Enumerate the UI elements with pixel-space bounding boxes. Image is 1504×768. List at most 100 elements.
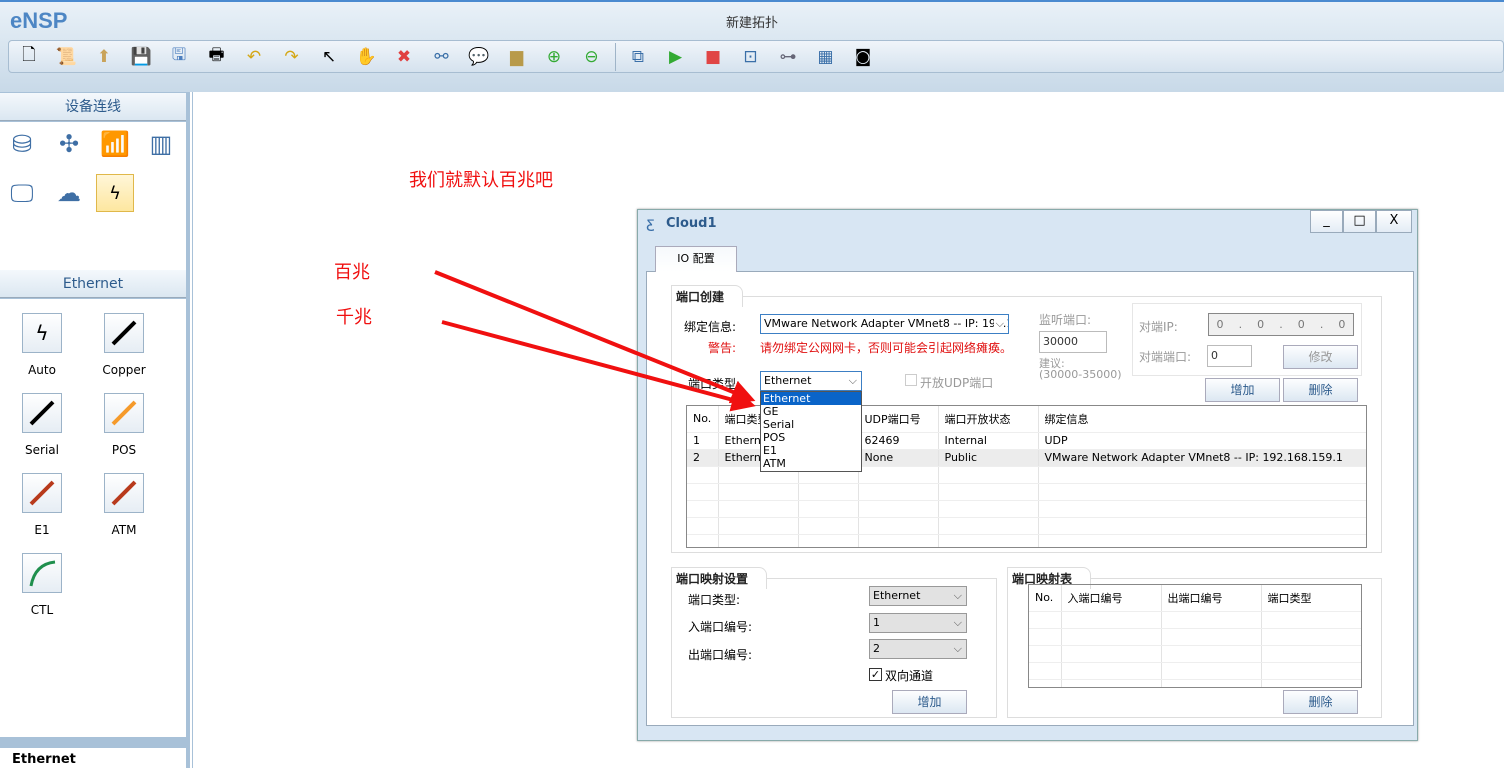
delete-mapping-button[interactable]: 删除 xyxy=(1283,690,1358,714)
map-port-type-value: Ethernet xyxy=(873,589,921,602)
cloud-icon[interactable]: ☁ xyxy=(50,174,88,212)
dropdown-option[interactable]: Ethernet xyxy=(761,392,861,405)
toolbar: 🗋 📜 ⬆ 💾 🖫 🖶 ↶ ↷ ↖ ✋ ✖ ⚯ 💬 ▆ ⊕ ⊖ ⧉ ▶ ■ ⊡ … xyxy=(8,40,1504,73)
peer-ip-input[interactable]: 0.0.0.0 xyxy=(1208,313,1354,336)
udp-checkbox[interactable] xyxy=(905,374,917,386)
link-ctl-icon[interactable] xyxy=(22,553,62,593)
map-port-type-select[interactable]: Ethernet ⌵ xyxy=(869,586,967,606)
capture-icon[interactable]: ⊡ xyxy=(737,44,765,70)
title-bar: eNSP 新建拓扑 xyxy=(0,0,1504,40)
router-icon[interactable]: ⛁ xyxy=(3,125,41,163)
bind-value: VMware Network Adapter VMnet8 -- IP: 192… xyxy=(764,317,1008,330)
link-palette: ϟ Auto Copper Serial POS E1 ATM CTL xyxy=(0,299,186,737)
add-port-button[interactable]: 增加 xyxy=(1205,378,1280,402)
port-type-select[interactable]: Ethernet ⌵ xyxy=(760,371,862,391)
firewall-icon[interactable]: ▥ xyxy=(142,125,180,163)
print-icon[interactable]: 🖶 xyxy=(203,44,231,70)
listen-port-label: 监听端口: xyxy=(1039,313,1092,327)
port-type-dropdown: Ethernet GE Serial POS E1 ATM xyxy=(760,391,862,472)
palette-icon[interactable]: ▆ xyxy=(503,44,531,70)
empty-row xyxy=(687,500,1366,518)
screenshot-icon[interactable]: ◙ xyxy=(849,44,877,70)
delete-port-button[interactable]: 删除 xyxy=(1283,378,1358,402)
text-icon[interactable]: 💬 xyxy=(465,44,493,70)
peer-port-input[interactable]: 0 xyxy=(1207,345,1252,367)
dropdown-option[interactable]: POS xyxy=(761,431,861,444)
peer-port-label: 对端端口: xyxy=(1139,350,1192,364)
table-cell: 62469 xyxy=(858,432,939,450)
toolbar-area: 🗋 📜 ⬆ 💾 🖫 🖶 ↶ ↷ ↖ ✋ ✖ ⚯ 💬 ▆ ⊕ ⊖ ⧉ ▶ ■ ⊡ … xyxy=(0,40,1504,92)
open-icon[interactable]: ⬆ xyxy=(90,44,118,70)
link-serial-icon[interactable] xyxy=(22,393,62,433)
dropdown-option[interactable]: E1 xyxy=(761,444,861,457)
dropdown-option[interactable]: Serial xyxy=(761,418,861,431)
link-e1-icon[interactable] xyxy=(22,473,62,513)
link-pos-icon[interactable] xyxy=(104,393,144,433)
chevron-down-icon: ⌵ xyxy=(953,589,962,602)
delete-icon[interactable]: ✖ xyxy=(390,44,418,70)
in-port-value: 1 xyxy=(873,616,880,629)
bottom-panel-label: Ethernet xyxy=(0,748,186,768)
zoom-out-icon[interactable]: ⊖ xyxy=(578,44,606,70)
modify-button[interactable]: 修改 xyxy=(1283,345,1358,369)
save-icon[interactable]: 💾 xyxy=(128,44,156,70)
port-mapping-title: 端口映射设置 xyxy=(671,567,768,589)
topology-icon[interactable]: ⊶ xyxy=(774,44,802,70)
save-as-icon[interactable]: 🖫 xyxy=(165,44,193,70)
tab-io-config[interactable]: IO 配置 xyxy=(655,246,737,272)
link-label: Copper xyxy=(102,363,146,377)
redo-icon[interactable]: ↷ xyxy=(278,44,306,70)
wlan-icon[interactable]: 📶 xyxy=(96,125,134,163)
chevron-down-icon: ⌵ xyxy=(848,374,857,387)
warning-label: 警告: xyxy=(708,341,737,355)
minimize-button[interactable]: _ xyxy=(1310,210,1343,233)
out-port-value: 2 xyxy=(873,642,880,655)
bind-select[interactable]: VMware Network Adapter VMnet8 -- IP: 192… xyxy=(760,314,1009,334)
bidirectional-label: 双向通道 xyxy=(885,669,934,683)
dropdown-option[interactable]: ATM xyxy=(761,457,861,470)
listen-port-input[interactable]: 30000 xyxy=(1039,331,1107,353)
chevron-down-icon: ⌵ xyxy=(993,315,1004,333)
left-panel: 设备连线 ⛁ ✣ 📶 ▥ 🖵 ☁ ϟ Ethernet ϟ Auto Copper S… xyxy=(0,92,190,768)
link-auto-icon[interactable]: ϟ xyxy=(22,313,62,353)
links-header: Ethernet xyxy=(0,270,186,298)
column-header: 端口开放状态 xyxy=(938,406,1039,433)
select-icon[interactable]: ↖ xyxy=(315,44,343,70)
port-create-title: 端口创建 xyxy=(671,285,744,307)
new-topology-icon[interactable]: 🗋 xyxy=(15,44,43,70)
peer-ip-label: 对端IP: xyxy=(1139,320,1178,334)
undo-icon[interactable]: ↶ xyxy=(240,44,268,70)
link-copper-icon[interactable] xyxy=(104,313,144,353)
pc-icon[interactable]: 🖵 xyxy=(3,174,41,212)
in-port-label: 入端口编号: xyxy=(688,620,753,634)
switch-icon[interactable]: ✣ xyxy=(50,125,88,163)
column-header: 端口类型 xyxy=(1261,585,1361,612)
table-cell: None xyxy=(858,449,939,467)
new-lab-icon[interactable]: 📜 xyxy=(53,44,81,70)
zoom-in-icon[interactable]: ⊕ xyxy=(540,44,568,70)
connection-icon[interactable]: ϟ xyxy=(96,174,134,212)
bind-label: 绑定信息: xyxy=(684,320,737,334)
delete-link-icon[interactable]: ⚯ xyxy=(428,44,456,70)
close-button[interactable]: X xyxy=(1376,210,1412,233)
empty-row xyxy=(1029,679,1361,687)
chevron-down-icon: ⌵ xyxy=(953,642,962,655)
udp-checkbox-label: 开放UDP端口 xyxy=(920,376,994,390)
link-atm-icon[interactable] xyxy=(104,473,144,513)
link-label: POS xyxy=(111,443,137,457)
port-type-label: 端口类型: xyxy=(688,377,741,391)
devices-header: 设备连线 xyxy=(0,93,186,121)
stop-icon[interactable]: ■ xyxy=(699,44,727,70)
start-icon[interactable]: ▶ xyxy=(662,44,690,70)
grid-icon[interactable]: ▦ xyxy=(812,44,840,70)
add-mapping-button[interactable]: 增加 xyxy=(892,690,967,714)
table-cell: 2 xyxy=(687,449,719,467)
console-icon[interactable]: ⧉ xyxy=(624,44,652,70)
in-port-select[interactable]: 1 ⌵ xyxy=(869,613,967,633)
dropdown-option[interactable]: GE xyxy=(761,405,861,418)
bidirectional-checkbox[interactable]: ✓ xyxy=(869,668,882,681)
out-port-select[interactable]: 2 ⌵ xyxy=(869,639,967,659)
pan-hand-icon[interactable]: ✋ xyxy=(353,44,381,70)
link-label: ATM xyxy=(111,523,137,537)
maximize-button[interactable]: □ xyxy=(1343,210,1376,233)
